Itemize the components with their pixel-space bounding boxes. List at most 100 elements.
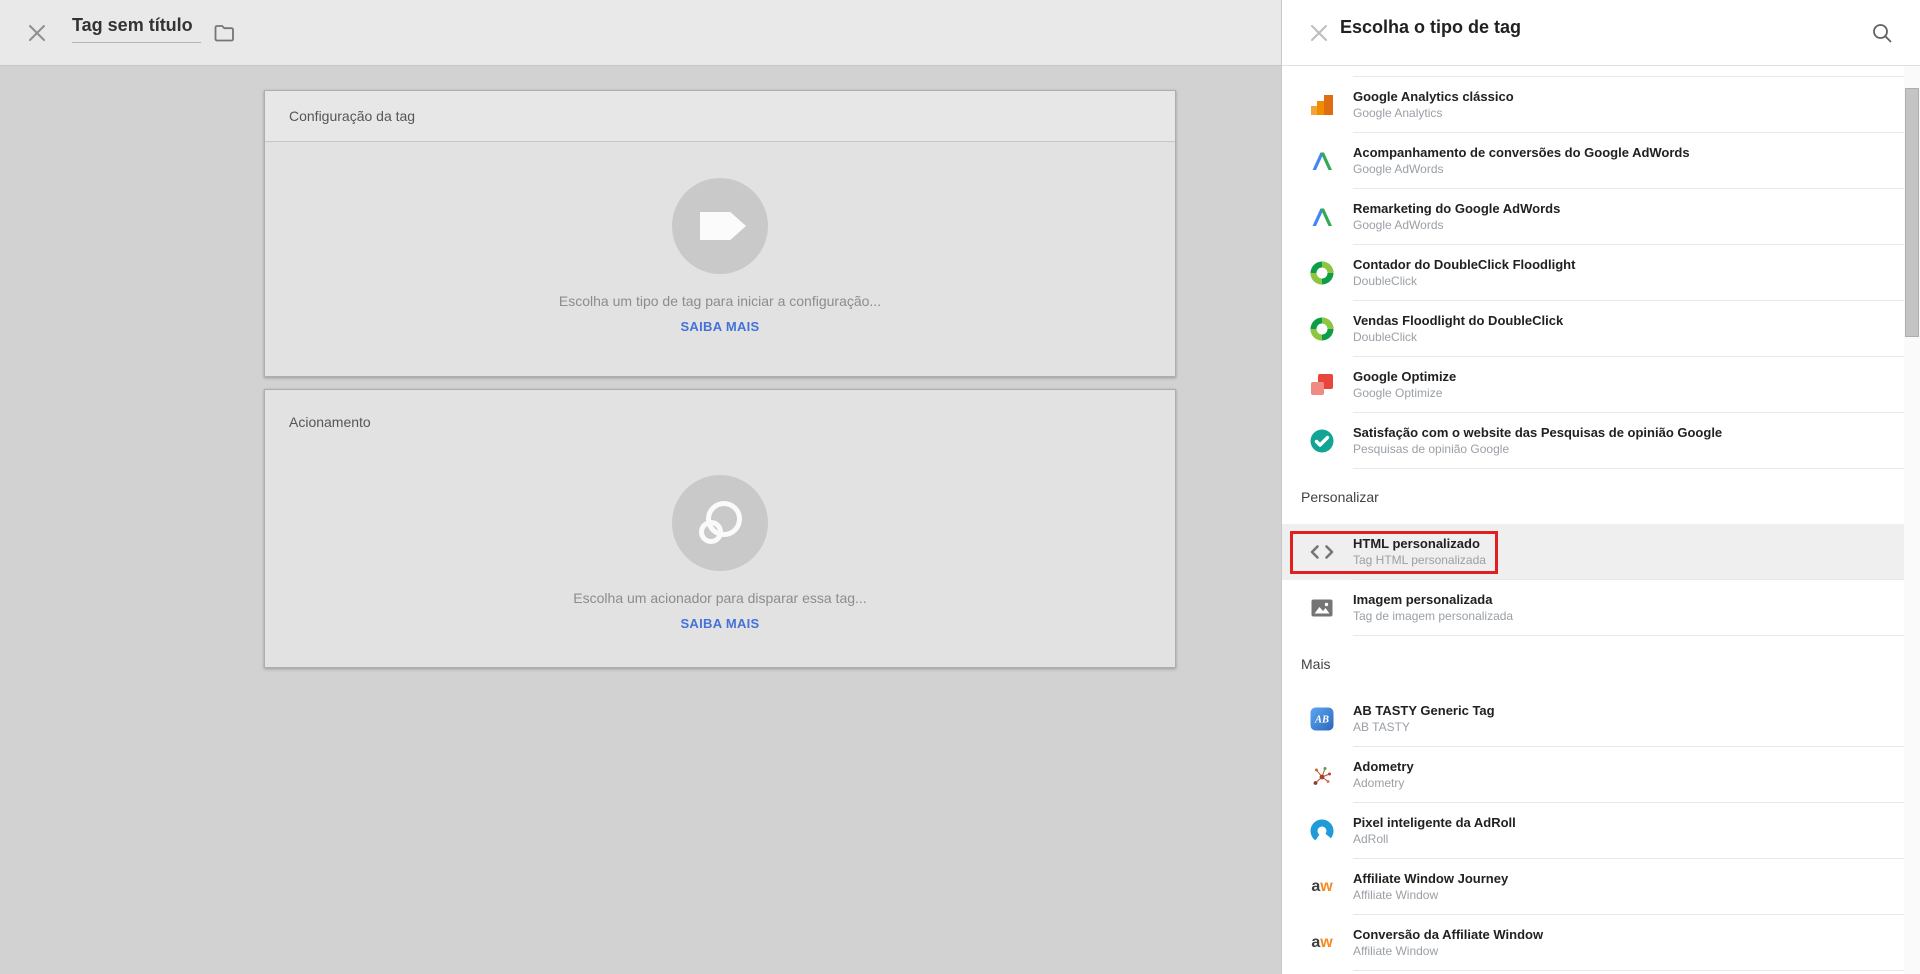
tag-configuration-header: Configuração da tag	[265, 91, 1175, 142]
tag-configuration-caption: Escolha um tipo de tag para iniciar a co…	[558, 293, 882, 309]
tag-type-row[interactable]: Vendas Floodlight do DoubleClick DoubleCl…	[1282, 301, 1905, 357]
section-header-personalizar: Personalizar	[1301, 488, 1379, 505]
scrollbar-track[interactable]	[1904, 66, 1920, 974]
tag-configuration-title: Configuração da tag	[289, 108, 416, 124]
trigger-icon	[672, 475, 768, 571]
tag-type-row[interactable]: Satisfação com o website das Pesquisas d…	[1282, 413, 1905, 469]
tag-type-title: Vendas Floodlight do DoubleClick	[1353, 313, 1564, 328]
tag-type-title: Imagem personalizada	[1353, 592, 1493, 607]
tag-type-subtitle: Adometry	[1353, 776, 1405, 790]
scrollbar-thumb[interactable]	[1905, 88, 1919, 337]
close-editor-icon[interactable]	[26, 22, 48, 44]
tag-type-row[interactable]: AB AB TASTY Generic Tag AB TASTY	[1282, 691, 1905, 747]
google-adwords-icon	[1309, 204, 1335, 230]
triggering-body: Escolha um acionador para disparar essa …	[265, 475, 1175, 633]
tag-type-text: Contador do DoubleClick Floodlight Double…	[1353, 257, 1575, 289]
tag-editor-area: Tag sem título Configuração da tag Escol…	[0, 0, 1281, 974]
tag-type-subtitle: Google AdWords	[1353, 162, 1444, 176]
tag-type-subtitle: AdRoll	[1353, 832, 1389, 846]
tag-type-text: Adometry Adometry	[1353, 759, 1414, 791]
abtasty-icon: AB	[1309, 706, 1335, 732]
tag-type-title: Google Analytics clássico	[1353, 89, 1514, 104]
tag-type-text: Acompanhamento de conversões do Google A…	[1353, 145, 1690, 177]
affiliate-window-icon: aw	[1311, 878, 1333, 895]
tag-configuration-card[interactable]: Configuração da tag Escolha um tipo de t…	[264, 90, 1176, 377]
folder-icon[interactable]	[212, 21, 236, 45]
tag-configuration-body: Escolha um tipo de tag para iniciar a co…	[265, 178, 1175, 336]
tag-type-title: Adometry	[1353, 759, 1414, 774]
tag-type-title: Pixel inteligente da AdRoll	[1353, 815, 1516, 830]
tag-type-list: Google Analytics clássico Google Analytic…	[1282, 66, 1905, 974]
tag-type-title: Affiliate Window Journey	[1353, 871, 1509, 886]
tag-type-row[interactable]: Remarketing do Google AdWords Google AdWo…	[1282, 189, 1905, 245]
tag-type-text: AB TASTY Generic Tag AB TASTY	[1353, 703, 1495, 735]
adometry-icon	[1309, 762, 1335, 788]
tag-type-row[interactable]: HTML personalizado Tag HTML personalizada	[1282, 524, 1905, 580]
tag-type-subtitle: Pesquisas de opinião Google	[1353, 442, 1510, 456]
tag-type-row[interactable]: Imagem personalizada Tag de imagem person…	[1282, 580, 1905, 636]
tag-type-text: Google Analytics clássico Google Analytic…	[1353, 89, 1514, 121]
tag-type-row[interactable]: Google Optimize Google Optimize	[1282, 357, 1905, 413]
tag-type-subtitle: Google Optimize	[1353, 386, 1443, 400]
panel-title: Escolha o tipo de tag	[1340, 17, 1522, 37]
tag-type-row[interactable]: aw Conversão da Affiliate Window Affiliate…	[1282, 915, 1905, 971]
tag-name-field[interactable]: Tag sem título	[72, 15, 201, 43]
image-icon	[1309, 595, 1335, 621]
tag-type-subtitle: Affiliate Window	[1353, 888, 1439, 902]
affiliate-window-icon: aw	[1311, 934, 1333, 951]
tag-type-title: Acompanhamento de conversões do Google A…	[1353, 145, 1690, 160]
google-optimize-icon	[1309, 372, 1335, 398]
tag-type-text: Satisfação com o website das Pesquisas d…	[1353, 425, 1722, 457]
list-top-divider	[1353, 66, 1905, 77]
learn-more-link-trigger[interactable]: SAIBA MAIS	[680, 616, 759, 631]
tag-type-title: AB TASTY Generic Tag	[1353, 703, 1495, 718]
tag-type-subtitle: Google Analytics	[1353, 106, 1443, 120]
tag-glyph-icon	[700, 212, 746, 240]
tag-type-title: Contador do DoubleClick Floodlight	[1353, 257, 1576, 272]
google-analytics-icon	[1309, 92, 1335, 118]
triggering-title: Acionamento	[289, 414, 371, 430]
tag-type-title: Conversão da Affiliate Window	[1353, 927, 1544, 942]
tag-type-text: Vendas Floodlight do DoubleClick DoubleCl…	[1353, 313, 1563, 345]
tag-type-subtitle: Tag de imagem personalizada	[1353, 609, 1514, 623]
section-header-mais: Mais	[1301, 655, 1331, 672]
google-survey-icon	[1309, 428, 1335, 454]
tag-type-row[interactable]: Adometry Adometry	[1282, 747, 1905, 803]
doubleclick-icon	[1309, 316, 1335, 342]
trigger-glyph-icon	[696, 499, 744, 547]
svg-text:AB: AB	[1314, 715, 1329, 726]
tag-type-subtitle: AB TASTY	[1353, 720, 1410, 734]
tag-type-subtitle: Google AdWords	[1353, 218, 1444, 232]
tag-type-text: Imagem personalizada Tag de imagem person…	[1353, 592, 1513, 624]
learn-more-link-tag[interactable]: SAIBA MAIS	[680, 319, 759, 334]
tag-type-row[interactable]: aw Affiliate Window Journey Affiliate Wind…	[1282, 859, 1905, 915]
tag-type-row[interactable]: Pixel inteligente da AdRoll AdRoll	[1282, 803, 1905, 859]
google-adwords-icon	[1309, 148, 1335, 174]
tag-type-subtitle: DoubleClick	[1353, 330, 1418, 344]
tag-type-row[interactable]: Google Analytics clássico Google Analytic…	[1282, 77, 1905, 133]
tag-type-subtitle: Tag HTML personalizada	[1353, 553, 1486, 567]
triggering-caption: Escolha um acionador para disparar essa …	[573, 590, 867, 606]
choose-tag-type-panel: Escolha o tipo de tag Google Analytics c…	[1281, 0, 1920, 974]
tag-type-title: Google Optimize	[1353, 369, 1457, 384]
tag-type-title: Remarketing do Google AdWords	[1353, 201, 1561, 216]
tag-type-subtitle: Affiliate Window	[1353, 944, 1439, 958]
tag-type-text: Pixel inteligente da AdRoll AdRoll	[1353, 815, 1516, 847]
tag-type-text: Conversão da Affiliate Window Affiliate W…	[1353, 927, 1543, 959]
tag-type-row[interactable]: Acompanhamento de conversões do Google A…	[1282, 133, 1905, 189]
close-panel-icon[interactable]	[1308, 22, 1330, 44]
triggering-card[interactable]: Acionamento Escolha um acionador para di…	[264, 389, 1176, 668]
tag-icon	[672, 178, 768, 274]
editor-header: Tag sem título	[0, 0, 1281, 66]
panel-header: Escolha o tipo de tag	[1282, 0, 1920, 66]
tag-type-title: HTML personalizado	[1353, 536, 1480, 551]
search-icon[interactable]	[1870, 21, 1894, 45]
tag-type-row[interactable]: Contador do DoubleClick Floodlight Double…	[1282, 245, 1905, 301]
code-icon	[1309, 539, 1335, 565]
tag-type-title: Satisfação com o website das Pesquisas d…	[1353, 425, 1723, 440]
tag-type-subtitle: DoubleClick	[1353, 274, 1418, 288]
tag-type-text: Affiliate Window Journey Affiliate Window	[1353, 871, 1508, 903]
doubleclick-icon	[1309, 260, 1335, 286]
tag-type-text: Remarketing do Google AdWords Google AdWo…	[1353, 201, 1560, 233]
tag-type-text: Google Optimize Google Optimize	[1353, 369, 1456, 401]
